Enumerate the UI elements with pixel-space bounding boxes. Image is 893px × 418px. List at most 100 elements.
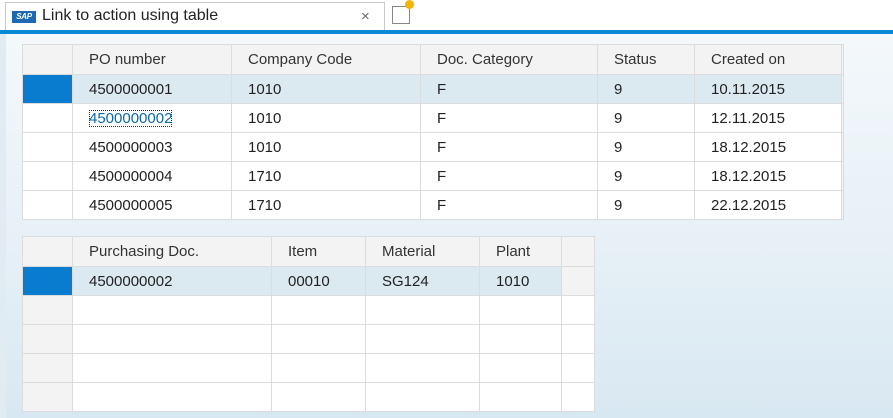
empty-cell <box>365 353 480 383</box>
column-header-plant[interactable]: Plant <box>479 236 562 267</box>
po-number-link[interactable]: 4500000005 <box>72 190 232 220</box>
status-cell: 9 <box>597 103 695 133</box>
doc-category-cell: F <box>420 74 598 104</box>
empty-cell <box>365 295 480 325</box>
empty-cell <box>479 324 562 354</box>
row-selector <box>22 295 73 325</box>
row-filler <box>841 161 844 191</box>
status-cell: 9 <box>597 74 695 104</box>
select-all-cell[interactable] <box>22 44 73 75</box>
column-header-material[interactable]: Material <box>365 236 480 267</box>
row-selector <box>22 324 73 354</box>
header-filler <box>841 44 844 75</box>
empty-cell <box>365 382 480 412</box>
row-filler <box>841 132 844 162</box>
table-row[interactable]: 4500000001 1010 F 9 10.11.2015 <box>22 74 844 104</box>
tab-strip: SAP Link to action using table × <box>0 0 893 30</box>
row-filler <box>841 74 844 104</box>
doc-category-cell: F <box>420 103 598 133</box>
company-code-cell: 1010 <box>231 103 421 133</box>
table-row[interactable]: 4500000002 1010 F 9 12.11.2015 <box>22 103 844 133</box>
company-code-cell: 1010 <box>231 74 421 104</box>
column-header-item[interactable]: Item <box>271 236 366 267</box>
sap-logo-icon: SAP <box>12 11 36 23</box>
column-header-doc-category[interactable]: Doc. Category <box>420 44 598 75</box>
row-filler <box>561 295 595 325</box>
company-code-cell: 1710 <box>231 190 421 220</box>
status-cell: 9 <box>597 161 695 191</box>
row-selector <box>22 353 73 383</box>
row-selector[interactable] <box>22 74 73 104</box>
created-on-cell: 22.12.2015 <box>694 190 842 220</box>
status-cell: 9 <box>597 132 695 162</box>
po-table-header: PO number Company Code Doc. Category Sta… <box>22 44 844 75</box>
new-tab-star <box>405 0 414 9</box>
doc-category-cell: F <box>420 132 598 162</box>
column-header-po-number[interactable]: PO number <box>72 44 232 75</box>
created-on-cell: 12.11.2015 <box>694 103 842 133</box>
doc-category-cell: F <box>420 190 598 220</box>
empty-cell <box>479 353 562 383</box>
row-selector[interactable] <box>22 161 73 191</box>
row-filler <box>561 266 595 296</box>
row-selector[interactable] <box>22 266 73 296</box>
empty-cell <box>72 324 272 354</box>
close-icon[interactable]: × <box>361 8 370 25</box>
empty-cell <box>479 382 562 412</box>
header-filler <box>561 236 595 267</box>
table-row[interactable]: 4500000003 1010 F 9 18.12.2015 <box>22 132 844 162</box>
created-on-cell: 18.12.2015 <box>694 132 842 162</box>
material-cell: SG124 <box>365 266 480 296</box>
row-filler <box>561 353 595 383</box>
empty-cell <box>72 353 272 383</box>
table-row[interactable]: 4500000005 1710 F 9 22.12.2015 <box>22 190 844 220</box>
select-all-cell[interactable] <box>22 236 73 267</box>
column-header-company-code[interactable]: Company Code <box>231 44 421 75</box>
company-code-cell: 1710 <box>231 161 421 191</box>
created-on-cell: 10.11.2015 <box>694 74 842 104</box>
empty-cell <box>72 295 272 325</box>
empty-row <box>22 295 595 325</box>
table-row[interactable]: 4500000004 1710 F 9 18.12.2015 <box>22 161 844 191</box>
tab-title: Link to action using table <box>42 7 219 24</box>
row-filler <box>561 324 595 354</box>
po-number-link[interactable]: 4500000002 <box>72 103 232 133</box>
empty-cell <box>365 324 480 354</box>
po-number-link[interactable]: 4500000004 <box>72 161 232 191</box>
left-edge <box>0 34 6 418</box>
tab-link-to-action[interactable]: SAP Link to action using table × <box>5 2 385 30</box>
item-cell: 00010 <box>271 266 366 296</box>
empty-row <box>22 353 595 383</box>
content-area: PO number Company Code Doc. Category Sta… <box>0 34 893 418</box>
empty-cell <box>271 353 366 383</box>
po-table: PO number Company Code Doc. Category Sta… <box>22 44 844 220</box>
column-header-created-on[interactable]: Created on <box>694 44 842 75</box>
row-selector[interactable] <box>22 190 73 220</box>
po-number-link-focused[interactable]: 4500000002 <box>89 109 173 127</box>
doc-category-cell: F <box>420 161 598 191</box>
empty-cell <box>479 295 562 325</box>
created-on-cell: 18.12.2015 <box>694 161 842 191</box>
empty-row <box>22 324 595 354</box>
empty-cell <box>271 382 366 412</box>
table-row[interactable]: 4500000002 00010 SG124 1010 <box>22 266 595 296</box>
status-cell: 9 <box>597 190 695 220</box>
purchasing-doc-cell: 4500000002 <box>72 266 272 296</box>
new-tab-icon[interactable] <box>392 0 414 24</box>
row-filler <box>841 190 844 220</box>
row-filler <box>561 382 595 412</box>
empty-cell <box>72 382 272 412</box>
column-header-status[interactable]: Status <box>597 44 695 75</box>
item-table: Purchasing Doc. Item Material Plant 4500… <box>22 236 595 412</box>
item-table-header: Purchasing Doc. Item Material Plant <box>22 236 595 267</box>
empty-cell <box>271 295 366 325</box>
row-selector <box>22 382 73 412</box>
company-code-cell: 1010 <box>231 132 421 162</box>
plant-cell: 1010 <box>479 266 562 296</box>
po-number-link[interactable]: 4500000003 <box>72 132 232 162</box>
row-selector[interactable] <box>22 132 73 162</box>
po-number-link[interactable]: 4500000001 <box>72 74 232 104</box>
row-selector[interactable] <box>22 103 73 133</box>
empty-row <box>22 382 595 412</box>
column-header-purchasing-doc[interactable]: Purchasing Doc. <box>72 236 272 267</box>
